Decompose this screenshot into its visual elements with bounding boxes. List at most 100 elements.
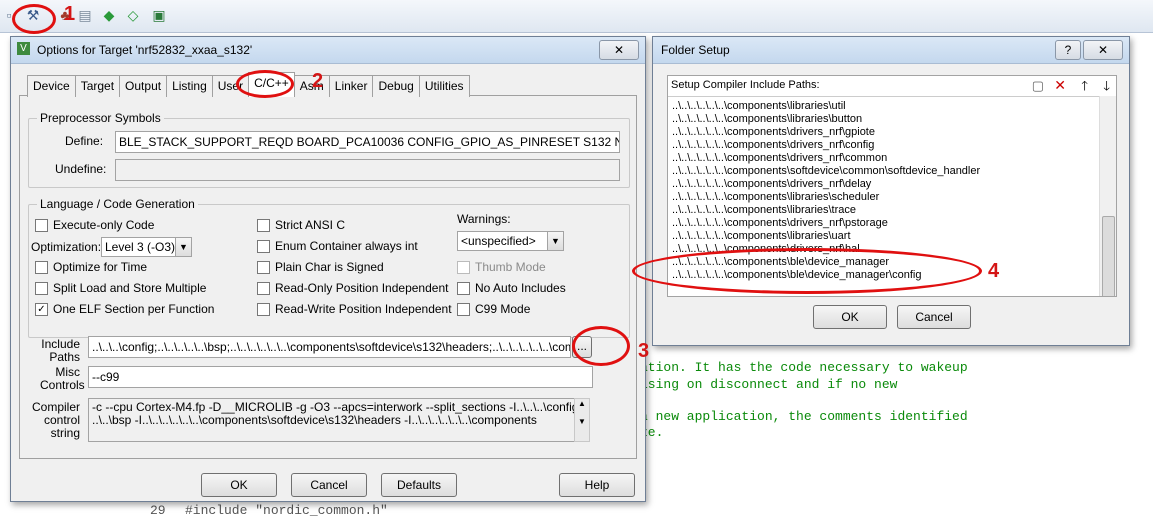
delete-icon[interactable]: ✕ bbox=[1054, 77, 1066, 94]
annotation-number-2: 2 bbox=[312, 70, 324, 92]
line-number: 29 bbox=[150, 503, 166, 518]
help-button[interactable]: Help bbox=[559, 473, 635, 497]
no-auto-includes-checkbox[interactable] bbox=[457, 282, 470, 295]
list-item[interactable]: ..\..\..\..\..\..\components\libraries\u… bbox=[672, 100, 846, 112]
batch-build-icon[interactable]: ▤ bbox=[76, 6, 94, 24]
defaults-button[interactable]: Defaults bbox=[381, 473, 457, 497]
new-folder-icon[interactable]: ▢ bbox=[1032, 78, 1044, 94]
close-icon[interactable]: ✕ bbox=[1083, 40, 1123, 60]
checkbox-label: Strict ANSI C bbox=[275, 218, 346, 232]
tab-listing[interactable]: Listing bbox=[166, 75, 213, 97]
checkbox-label: C99 Mode bbox=[475, 302, 531, 316]
folder-cancel-button[interactable]: Cancel bbox=[897, 305, 971, 329]
checkbox-label: Read-Only Position Independent bbox=[275, 281, 449, 295]
checkbox-label: Split Load and Store Multiple bbox=[53, 281, 207, 295]
cancel-button[interactable]: Cancel bbox=[291, 473, 367, 497]
list-item[interactable]: ..\..\..\..\..\..\components\drivers_nrf… bbox=[672, 178, 871, 190]
define-label: Define: bbox=[65, 134, 104, 148]
chevron-down-icon: ▼ bbox=[547, 232, 563, 250]
select-value: <unspecified> bbox=[461, 234, 536, 248]
list-item[interactable]: ..\..\..\..\..\..\components\drivers_nrf… bbox=[672, 126, 875, 138]
code-editor: ation. It has the code necessary to wake… bbox=[600, 340, 1153, 515]
enum-container-checkbox[interactable] bbox=[257, 240, 270, 253]
folder-ok-button[interactable]: OK bbox=[813, 305, 887, 329]
list-item[interactable]: ..\..\..\..\..\..\components\libraries\s… bbox=[672, 191, 879, 203]
annotation-ellipse-3 bbox=[572, 326, 630, 366]
group-title: Language / Code Generation bbox=[37, 197, 198, 211]
main-toolbar: ▫ ⚒ ♣ ▤ ◆ ◇ ▣ bbox=[0, 0, 650, 33]
optimization-select[interactable]: Level 3 (-O3) ▼ bbox=[101, 237, 192, 257]
code-line: ation. It has the code necessary to wake… bbox=[640, 360, 968, 375]
strict-ansi-checkbox[interactable] bbox=[257, 219, 270, 232]
annotation-ellipse-4 bbox=[632, 248, 982, 294]
options-title: Options for Target 'nrf52832_xxaa_s132' bbox=[37, 43, 253, 57]
list-item[interactable]: ..\..\..\..\..\..\components\drivers_nrf… bbox=[672, 139, 874, 151]
define-field[interactable]: BLE_STACK_SUPPORT_REQD BOARD_PCA10036 CO… bbox=[115, 131, 620, 153]
rw-position-checkbox[interactable] bbox=[257, 303, 270, 316]
optimization-label: Optimization: bbox=[31, 240, 102, 254]
checkbox-label: Optimize for Time bbox=[53, 260, 148, 274]
plain-char-checkbox[interactable] bbox=[257, 261, 270, 274]
compiler-scrollbar[interactable]: ▲ ▼ bbox=[574, 398, 590, 442]
annotation-number-4: 4 bbox=[988, 260, 1000, 282]
split-load-checkbox[interactable] bbox=[35, 282, 48, 295]
annotation-ellipse-2 bbox=[236, 70, 294, 98]
checkbox-label: No Auto Includes bbox=[475, 281, 566, 295]
thumb-mode-checkbox[interactable] bbox=[457, 261, 470, 274]
code-line: a new application, the comments identifi… bbox=[640, 409, 968, 424]
run-time-env-icon[interactable]: ▣ bbox=[150, 6, 168, 24]
optimize-time-checkbox[interactable] bbox=[35, 261, 48, 274]
scroll-thumb[interactable] bbox=[1102, 216, 1115, 296]
list-item[interactable]: ..\..\..\..\..\..\components\libraries\b… bbox=[672, 113, 862, 125]
checkbox-label: Execute-only Code bbox=[53, 218, 155, 232]
undefine-label: Undefine: bbox=[55, 162, 107, 176]
tab-panel: Preprocessor Symbols Define: BLE_STACK_S… bbox=[19, 95, 637, 459]
close-icon[interactable]: ✕ bbox=[599, 40, 639, 60]
tab-utilities[interactable]: Utilities bbox=[418, 75, 470, 97]
tab-debug[interactable]: Debug bbox=[372, 75, 420, 97]
list-header: Setup Compiler Include Paths: ▢ ✕ 🡑 🡓 bbox=[668, 76, 1116, 97]
tab-device[interactable]: Device bbox=[27, 75, 76, 97]
checkbox-label: Read-Write Position Independent bbox=[275, 302, 452, 316]
checkbox-label: Enum Container always int bbox=[275, 239, 418, 253]
list-item[interactable]: ..\..\..\..\..\..\components\drivers_nrf… bbox=[672, 152, 887, 164]
ok-button[interactable]: OK bbox=[201, 473, 277, 497]
select-packs-icon[interactable]: ◆ bbox=[100, 6, 118, 24]
annotation-number-1: 1 bbox=[64, 3, 76, 25]
code-line: #include "nordic_common.h" bbox=[185, 503, 388, 518]
list-item[interactable]: ..\..\..\..\..\..\components\libraries\t… bbox=[672, 204, 856, 216]
help-icon[interactable]: ? bbox=[1055, 40, 1081, 60]
checkbox-label: Thumb Mode bbox=[475, 260, 546, 274]
compiler-string-field: -c --cpu Cortex-M4.fp -D__MICROLIB -g -O… bbox=[88, 398, 575, 442]
undefine-field[interactable] bbox=[115, 159, 620, 181]
annotation-number-3: 3 bbox=[638, 340, 650, 362]
list-scrollbar[interactable] bbox=[1099, 96, 1116, 296]
tab-output[interactable]: Output bbox=[119, 75, 168, 97]
pack-installer-icon[interactable]: ◇ bbox=[124, 6, 142, 24]
folder-setup-dialog: Folder Setup ? ✕ Setup Compiler Include … bbox=[652, 36, 1130, 346]
list-header-label: Setup Compiler Include Paths: bbox=[671, 79, 820, 91]
folder-titlebar: Folder Setup ? ✕ bbox=[653, 37, 1129, 64]
c99-mode-checkbox[interactable] bbox=[457, 303, 470, 316]
code-line: ising on disconnect and if no new bbox=[640, 377, 898, 392]
warnings-select[interactable]: <unspecified> ▼ bbox=[457, 231, 564, 251]
one-elf-checkbox[interactable]: ✓ bbox=[35, 303, 48, 316]
list-item[interactable]: ..\..\..\..\..\..\components\softdevice\… bbox=[672, 165, 980, 177]
ro-position-checkbox[interactable] bbox=[257, 282, 270, 295]
group-title: Preprocessor Symbols bbox=[37, 111, 164, 125]
move-up-icon[interactable]: 🡑 bbox=[1081, 77, 1088, 99]
misc-controls-field[interactable]: --c99 bbox=[88, 366, 593, 388]
include-paths-field[interactable]: ..\..\..\config;..\..\..\..\..\bsp;..\..… bbox=[88, 336, 571, 358]
compiler-string-label: Compiler control string bbox=[31, 400, 80, 440]
chevron-down-icon: ▼ bbox=[175, 238, 191, 256]
execute-only-checkbox[interactable] bbox=[35, 219, 48, 232]
list-item[interactable]: ..\..\..\..\..\..\components\drivers_nrf… bbox=[672, 217, 888, 229]
folder-title: Folder Setup bbox=[661, 43, 730, 57]
tab-target[interactable]: Target bbox=[74, 75, 121, 97]
warnings-label: Warnings: bbox=[457, 212, 511, 226]
list-item[interactable]: ..\..\..\..\..\..\components\libraries\u… bbox=[672, 230, 851, 242]
preprocessor-group: Preprocessor Symbols Define: BLE_STACK_S… bbox=[28, 111, 630, 188]
compiler-line: -c --cpu Cortex-M4.fp -D__MICROLIB -g -O… bbox=[92, 401, 574, 414]
language-group: Language / Code Generation Execute-only … bbox=[28, 197, 630, 338]
tab-linker[interactable]: Linker bbox=[328, 75, 374, 97]
